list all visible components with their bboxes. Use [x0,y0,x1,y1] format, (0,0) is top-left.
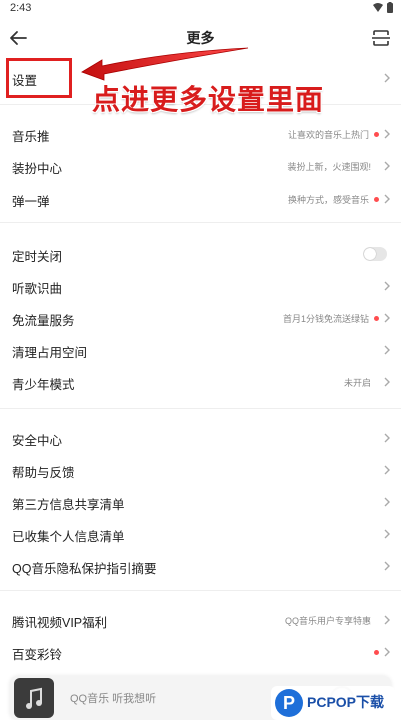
list-item-subtitle: 换种方式，感受音乐 [287,195,369,205]
list-item[interactable]: 听歌识曲 [0,270,401,302]
chevron-right-icon [384,129,390,139]
list-item[interactable]: 安全中心 [0,422,401,454]
list-item-subtitle: 首月1分钱免流送绿钻 [282,314,369,324]
list-item-label: 装扮中心 [12,162,63,176]
red-dot-badge [374,316,379,321]
status-time: 2:43 [10,2,32,14]
chevron-right-icon [384,194,390,204]
list-item-label: 青少年模式 [12,378,75,392]
list-item[interactable]: 百变彩铃 [0,636,401,668]
list-item[interactable]: 青少年模式 未开启 [0,366,401,398]
red-dot-badge [374,650,379,655]
album-art[interactable] [14,678,54,718]
toggle-switch[interactable] [363,247,387,261]
list-item[interactable]: 免流量服务 首月1分钱免流送绿钻 [0,302,401,334]
status-icons [373,2,393,13]
list-item-label: 第三方信息共享清单 [12,498,125,512]
chevron-right-icon [384,281,390,291]
chevron-right-icon [384,647,390,657]
watermark: P PCPOP下载 [271,686,395,720]
list-item[interactable]: 定时关闭 [0,238,401,270]
toggle-knob [364,248,376,260]
list-item-subtitle: 装扮上新，火速围观! [287,162,371,172]
section-divider [0,590,401,591]
list-item-label: 腾讯视频VIP福利 [12,616,108,630]
annotation-text: 点进更多设置里面 [92,83,325,116]
page-title: 更多 [186,30,215,46]
red-dot-badge [374,132,379,137]
list-item[interactable]: 音乐推 让喜欢的音乐上热门 [0,118,401,150]
list-item[interactable]: 装扮中心 装扮上新，火速围观! [0,150,401,182]
list-item-label: 音乐推 [12,130,50,144]
status-bar: 2:43 [0,0,401,18]
list-item-label: 安全中心 [12,434,63,448]
red-dot-badge [374,197,379,202]
list-item-label: 听歌识曲 [12,282,63,296]
section-divider [0,408,401,409]
chevron-right-icon [384,377,390,387]
section-divider [0,222,401,223]
list-item[interactable]: 帮助与反馈 [0,454,401,486]
list-item-label: 定时关闭 [12,250,63,264]
list-item-label: 清理占用空间 [12,346,88,360]
chevron-right-icon [384,465,390,475]
chevron-right-icon [384,497,390,507]
list-item[interactable]: QQ音乐隐私保护指引摘要 [0,550,401,582]
chevron-right-icon [384,313,390,323]
list-item[interactable]: 清理占用空间 [0,334,401,366]
list-item-label: 弹一弹 [12,195,50,209]
scan-icon[interactable] [369,26,393,50]
list-item[interactable]: 第三方信息共享清单 [0,486,401,518]
list-item-label: QQ音乐隐私保护指引摘要 [12,562,157,576]
music-note-icon [26,687,42,709]
list-item-label: 免流量服务 [12,314,75,328]
list-item[interactable]: 弹一弹 换种方式，感受音乐 [0,183,401,215]
list-item-subtitle: QQ音乐用户专享特惠 [284,616,371,626]
chevron-right-icon [384,345,390,355]
highlight-box [6,58,72,98]
wifi-icon [373,3,383,12]
chevron-right-icon [384,73,390,83]
list-item-subtitle: 未开启 [343,378,371,388]
chevron-right-icon [384,161,390,171]
list-item[interactable]: 腾讯视频VIP福利 QQ音乐用户专享特惠 [0,604,401,636]
watermark-text: PCPOP下载 [307,694,385,710]
list-item[interactable]: 已收集个人信息清单 [0,518,401,550]
chevron-right-icon [384,433,390,443]
chevron-right-icon [384,561,390,571]
player-song-text: QQ音乐 听我想听 [70,693,157,705]
chevron-right-icon [384,615,390,625]
list-item-subtitle: 让喜欢的音乐上热门 [287,130,369,140]
pcpop-logo-icon: P [275,689,303,717]
list-item-label: 帮助与反馈 [12,466,75,480]
list-item-label: 百变彩铃 [12,648,63,662]
chevron-right-icon [384,529,390,539]
list-item-label: 已收集个人信息清单 [12,530,125,544]
battery-icon [387,2,393,13]
